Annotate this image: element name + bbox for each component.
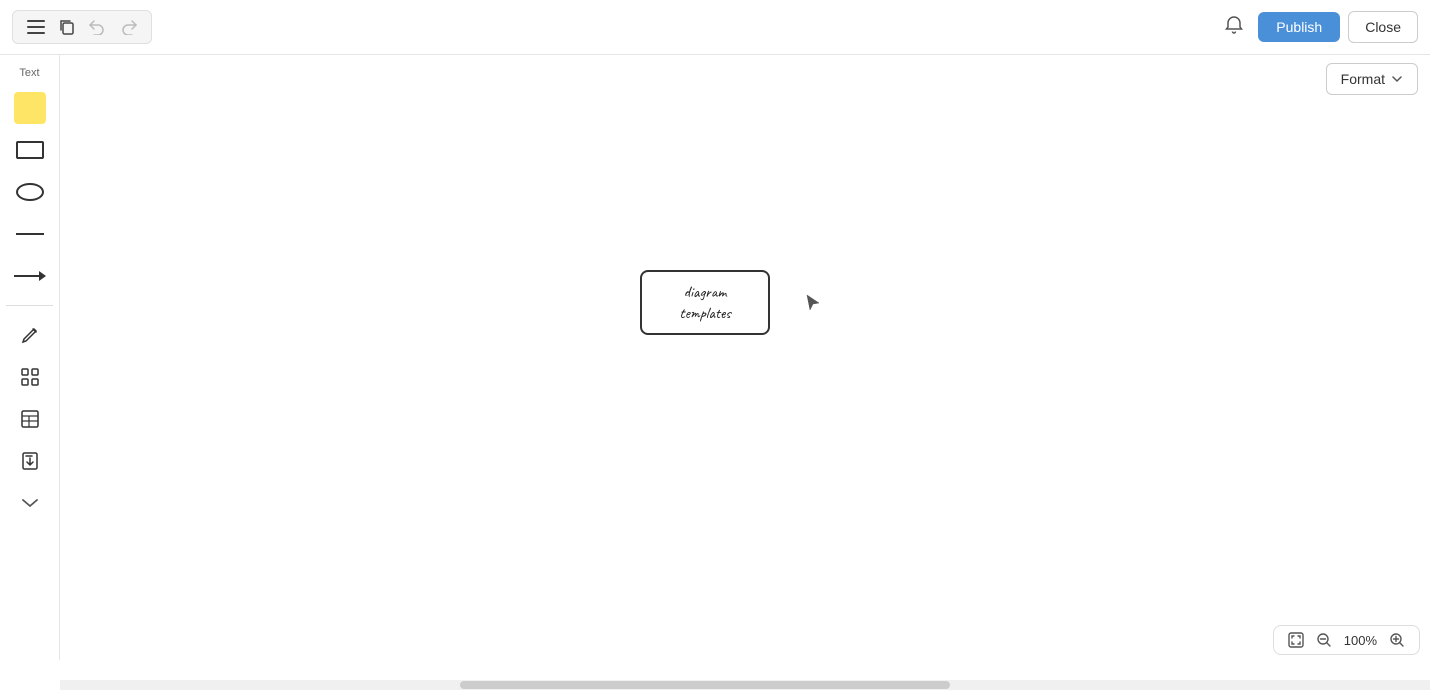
copy-button[interactable] [53,15,81,39]
fit-zoom-button[interactable] [1284,630,1308,650]
import-icon [19,450,41,472]
chevron-down-icon [21,497,39,509]
cursor-indicator [805,293,821,318]
import-tool[interactable] [9,442,51,480]
grid-tool[interactable] [9,358,51,396]
fit-icon [1288,632,1304,648]
arrow-tool[interactable] [9,257,51,295]
diagram-node[interactable]: diagramtemplates [640,270,770,335]
format-button[interactable]: Format [1326,63,1418,95]
format-bar: Format [1314,55,1430,103]
sidebar: Text [0,55,60,660]
publish-button[interactable]: Publish [1258,12,1340,42]
zoom-out-button[interactable] [1312,630,1336,650]
undo-button[interactable] [83,16,112,39]
toolbar: Publish Close [0,0,1430,55]
notification-button[interactable] [1218,9,1250,46]
zoom-level: 100% [1340,633,1381,648]
zoom-out-icon [1316,632,1332,648]
sidebar-text-label: Text [0,67,59,79]
ellipse-shape [16,183,44,201]
expand-tool[interactable] [9,484,51,522]
toolbar-main-group [12,10,152,44]
horizontal-scrollbar-thumb[interactable] [460,681,950,689]
close-button[interactable]: Close [1348,11,1418,43]
sticky-note-shape [14,92,46,124]
line-tool[interactable] [9,215,51,253]
pen-tool[interactable] [9,316,51,354]
table-icon [19,408,41,430]
zoom-controls: 100% [1273,625,1420,655]
horizontal-scrollbar-track[interactable] [60,680,1430,690]
toolbar-left [12,10,152,44]
sticky-note-tool[interactable] [9,89,51,127]
toolbar-right: Publish Close [1218,9,1418,46]
sidebar-divider-1 [6,305,53,306]
redo-button[interactable] [114,16,143,39]
canvas[interactable]: diagramtemplates [60,55,1430,660]
rectangle-shape [16,141,44,159]
menu-button[interactable] [21,16,51,38]
rectangle-tool[interactable] [9,131,51,169]
zoom-in-button[interactable] [1385,630,1409,650]
diagram-node-text: diagramtemplates [679,282,730,324]
arrow-shape [14,271,46,281]
table-tool[interactable] [9,400,51,438]
ellipse-tool[interactable] [9,173,51,211]
format-label: Format [1341,71,1385,87]
pen-icon [19,324,41,346]
grid-icon [19,366,41,388]
zoom-in-icon [1389,632,1405,648]
line-shape [16,233,44,235]
